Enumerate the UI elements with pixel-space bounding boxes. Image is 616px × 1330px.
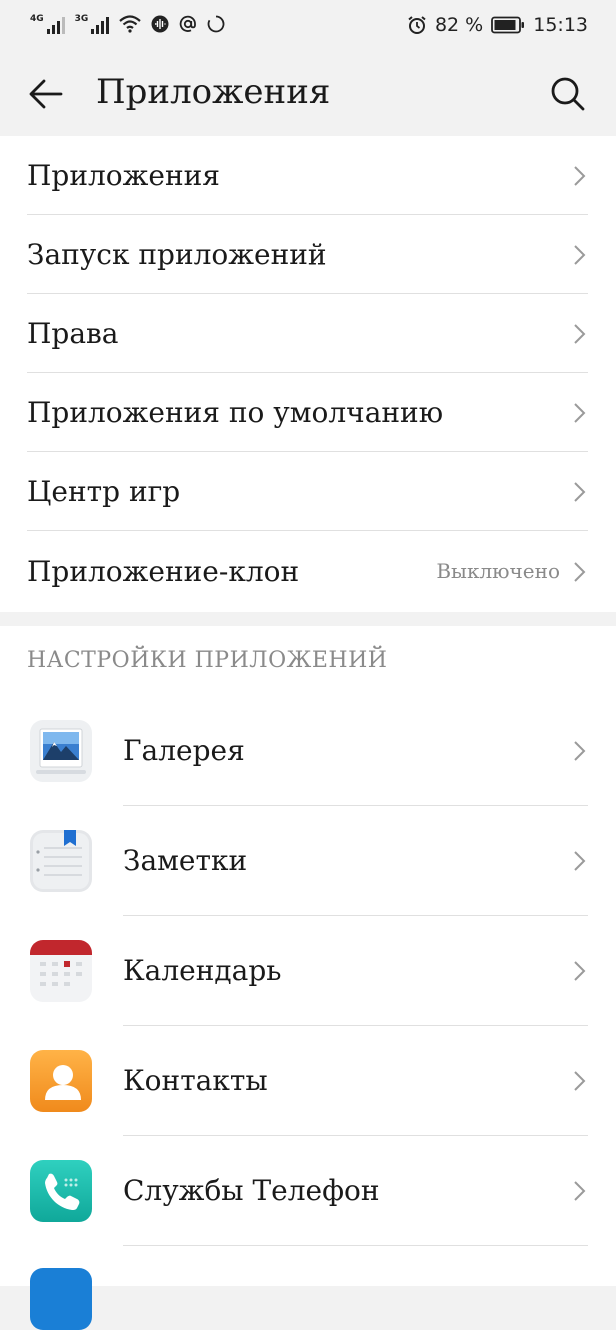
menu-item-apps[interactable]: Приложения bbox=[0, 136, 616, 215]
status-bar: 4G 3G 82 % 15:13 bbox=[0, 0, 616, 56]
battery-icon bbox=[491, 16, 525, 34]
wifi-icon bbox=[119, 15, 142, 33]
menu-item-game-center[interactable]: Центр игр bbox=[0, 452, 616, 531]
menu-item-app-twin[interactable]: Приложение-клон Выключено bbox=[0, 531, 616, 612]
search-button[interactable] bbox=[548, 74, 588, 114]
calendar-icon bbox=[30, 940, 92, 1002]
chevron-right-icon bbox=[574, 1071, 586, 1091]
sim1-network-label: 4G bbox=[30, 14, 44, 24]
menu-item-label: Центр игр bbox=[27, 475, 181, 508]
chevron-right-icon bbox=[574, 1181, 586, 1201]
search-icon bbox=[551, 77, 585, 111]
chevron-right-icon bbox=[574, 961, 586, 981]
menu-item-app-launch[interactable]: Запуск приложений bbox=[0, 215, 616, 294]
app-item-label: Службы Телефон bbox=[123, 1174, 380, 1207]
chevron-right-icon bbox=[574, 481, 586, 502]
app-settings-card: НАСТРОЙКИ ПРИЛОЖЕНИЙ Галерея Заметки Кал… bbox=[0, 626, 616, 1330]
status-left: 4G 3G bbox=[30, 14, 225, 34]
page-title: Приложения bbox=[96, 72, 331, 112]
contacts-icon bbox=[30, 1050, 92, 1112]
app-item-gallery[interactable]: Галерея bbox=[0, 696, 616, 806]
section-header: НАСТРОЙКИ ПРИЛОЖЕНИЙ bbox=[27, 648, 388, 673]
app-bar: Приложения bbox=[0, 56, 616, 136]
battery-percent: 82 % bbox=[434, 14, 484, 36]
app-item-calendar[interactable]: Календарь bbox=[0, 916, 616, 1026]
menu-item-label: Запуск приложений bbox=[27, 238, 327, 271]
gallery-icon bbox=[30, 720, 92, 782]
chevron-right-icon bbox=[574, 323, 586, 344]
menu-item-label: Приложение-клон bbox=[27, 555, 300, 588]
menu-item-label: Права bbox=[27, 317, 119, 350]
status-value: Выключено bbox=[436, 559, 560, 583]
menu-item-label: Приложения bbox=[27, 159, 220, 192]
loading-icon bbox=[207, 15, 225, 33]
clock: 15:13 bbox=[533, 14, 588, 36]
arrow-left-icon bbox=[29, 79, 63, 109]
app-item-label: Календарь bbox=[123, 954, 282, 987]
app-item-phone-services[interactable]: Службы Телефон bbox=[0, 1136, 616, 1246]
phone-icon bbox=[30, 1160, 92, 1222]
alarm-icon bbox=[407, 15, 427, 35]
chevron-right-icon bbox=[574, 244, 586, 265]
app-item-label: Галерея bbox=[123, 734, 245, 767]
menu-item-label: Приложения по умолчанию bbox=[27, 396, 444, 429]
menu-item-default-apps[interactable]: Приложения по умолчанию bbox=[0, 373, 616, 452]
chevron-right-icon bbox=[574, 402, 586, 423]
status-right: 82 % 15:13 bbox=[407, 14, 588, 36]
app-item-label: Контакты bbox=[123, 1064, 268, 1097]
chevron-right-icon bbox=[574, 561, 586, 582]
sim2-network-label: 3G bbox=[74, 14, 89, 24]
apps-menu-card: Приложения Запуск приложений Права Прило… bbox=[0, 136, 616, 612]
menu-item-permissions[interactable]: Права bbox=[0, 294, 616, 373]
shazam-icon bbox=[151, 15, 169, 33]
signal-icon: 3G bbox=[75, 14, 110, 34]
app-item-contacts[interactable]: Контакты bbox=[0, 1026, 616, 1136]
notes-icon bbox=[30, 830, 92, 892]
at-icon bbox=[179, 15, 197, 33]
app-icon-partial[interactable] bbox=[30, 1268, 92, 1330]
chevron-right-icon bbox=[574, 741, 586, 761]
app-item-notes[interactable]: Заметки bbox=[0, 806, 616, 916]
chevron-right-icon bbox=[574, 851, 586, 871]
signal-icon: 4G bbox=[30, 14, 65, 34]
app-item-label: Заметки bbox=[123, 844, 248, 877]
chevron-right-icon bbox=[574, 165, 586, 186]
back-button[interactable] bbox=[26, 74, 66, 114]
